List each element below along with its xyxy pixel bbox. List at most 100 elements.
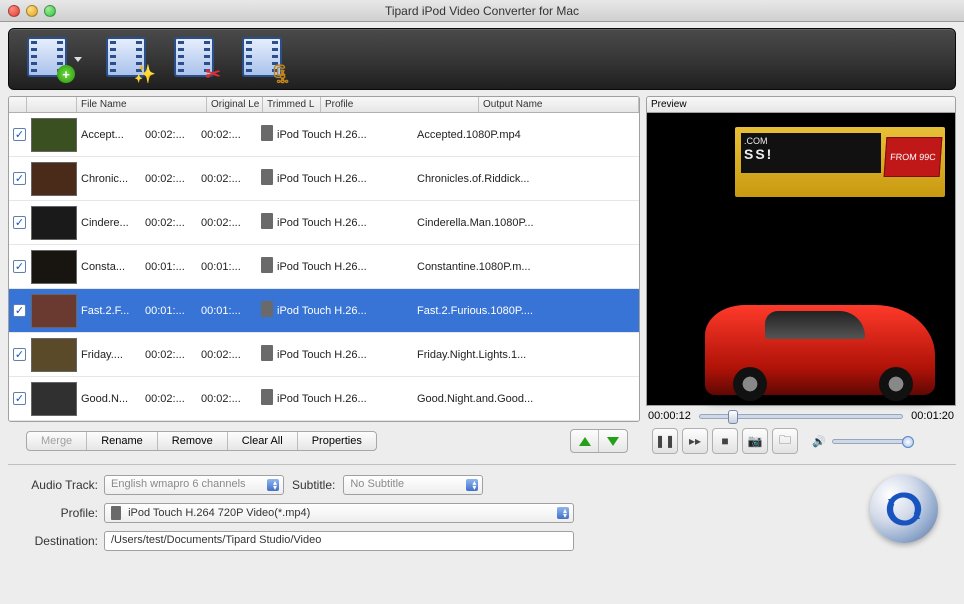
row-profile: iPod Touch H.26... — [273, 259, 413, 275]
row-filename: Accept... — [77, 127, 141, 143]
add-file-dropdown-icon[interactable] — [74, 57, 82, 62]
row-original-length: 00:02:... — [141, 127, 197, 143]
row-profile: iPod Touch H.26... — [273, 347, 413, 363]
row-checkbox[interactable]: ✓ — [13, 260, 26, 273]
table-row[interactable]: ✓Good.N...00:02:...00:02:...iPod Touch H… — [9, 377, 639, 421]
row-thumbnail — [31, 294, 77, 328]
row-thumbnail — [31, 118, 77, 152]
row-original-length: 00:01:... — [141, 303, 197, 319]
rename-button[interactable]: Rename — [87, 432, 158, 450]
row-original-length: 00:02:... — [141, 347, 197, 363]
merge-button[interactable]: Merge — [27, 432, 87, 450]
row-trimmed-length: 00:02:... — [197, 215, 255, 231]
row-output-name: Cinderella.Man.1080P... — [413, 215, 639, 231]
row-filename: Fast.2.F... — [77, 303, 141, 319]
row-output-name: Constantine.1080P.m... — [413, 259, 639, 275]
row-filename: Good.N... — [77, 391, 141, 407]
preview-video[interactable]: .COMSS! FROM 99C — [646, 112, 956, 406]
audio-track-select[interactable]: English wmapro 6 channels▴▾ — [104, 475, 284, 495]
row-thumbnail — [31, 250, 77, 284]
row-profile: iPod Touch H.26... — [273, 303, 413, 319]
row-profile: iPod Touch H.26... — [273, 391, 413, 407]
convert-icon — [884, 489, 924, 529]
row-checkbox[interactable]: ✓ — [13, 392, 26, 405]
destination-input[interactable]: /Users/test/Documents/Tipard Studio/Vide… — [104, 531, 574, 551]
col-trimmed-length[interactable]: Trimmed L — [263, 97, 321, 112]
row-checkbox[interactable]: ✓ — [13, 348, 26, 361]
row-checkbox[interactable]: ✓ — [13, 216, 26, 229]
col-output-name[interactable]: Output Name — [479, 97, 639, 112]
move-up-button[interactable] — [571, 430, 599, 452]
table-row[interactable]: ✓Chronic...00:02:...00:02:...iPod Touch … — [9, 157, 639, 201]
row-trimmed-length: 00:01:... — [197, 303, 255, 319]
folder-icon: 🗀 — [779, 431, 791, 452]
row-original-length: 00:02:... — [141, 215, 197, 231]
remove-button[interactable]: Remove — [158, 432, 228, 450]
main-toolbar: + ✨ ✂ 🗜 — [8, 28, 956, 90]
device-icon — [111, 506, 121, 520]
subtitle-label: Subtitle: — [292, 478, 335, 492]
volume-slider[interactable] — [832, 439, 912, 444]
preview-ad-text: FROM 99C — [884, 137, 943, 177]
row-trimmed-length: 00:02:... — [197, 391, 255, 407]
row-thumbnail — [31, 162, 77, 196]
row-profile: iPod Touch H.26... — [273, 171, 413, 187]
preview-seek-slider[interactable] — [699, 414, 903, 419]
trim-button[interactable]: ✂ — [174, 37, 218, 81]
subtitle-select[interactable]: No Subtitle▴▾ — [343, 475, 483, 495]
row-checkbox[interactable]: ✓ — [13, 128, 26, 141]
row-trimmed-length: 00:02:... — [197, 171, 255, 187]
table-row[interactable]: ✓Fast.2.F...00:01:...00:01:...iPod Touch… — [9, 289, 639, 333]
table-row[interactable]: ✓Friday....00:02:...00:02:...iPod Touch … — [9, 333, 639, 377]
device-icon — [261, 345, 273, 361]
preview-time-current: 00:00:12 — [648, 410, 691, 422]
preview-time-total: 00:01:20 — [911, 410, 954, 422]
device-icon — [261, 213, 273, 229]
row-thumbnail — [31, 206, 77, 240]
device-icon — [261, 169, 273, 185]
profile-select[interactable]: iPod Touch H.264 720P Video(*.mp4)▴▾ — [104, 503, 574, 523]
row-output-name: Friday.Night.Lights.1... — [413, 347, 639, 363]
convert-button[interactable] — [870, 475, 938, 543]
stop-button[interactable]: ■ — [712, 428, 738, 454]
row-profile: iPod Touch H.26... — [273, 215, 413, 231]
col-original-length[interactable]: Original Le — [207, 97, 263, 112]
file-list-body[interactable]: ✓Accept...00:02:...00:02:...iPod Touch H… — [9, 113, 639, 421]
row-original-length: 00:02:... — [141, 171, 197, 187]
row-original-length: 00:02:... — [141, 391, 197, 407]
row-output-name: Chronicles.of.Riddick... — [413, 171, 639, 187]
col-profile[interactable]: Profile — [321, 97, 479, 112]
profile-label: Profile: — [8, 506, 98, 520]
col-filename[interactable]: File Name — [77, 97, 207, 112]
properties-button[interactable]: Properties — [298, 432, 376, 450]
clear-all-button[interactable]: Clear All — [228, 432, 298, 450]
pause-button[interactable]: ❚❚ — [652, 428, 678, 454]
row-output-name: Good.Night.and.Good... — [413, 391, 639, 407]
row-trimmed-length: 00:02:... — [197, 347, 255, 363]
camera-icon: 📷 — [748, 434, 763, 448]
row-filename: Consta... — [77, 259, 141, 275]
crop-button[interactable]: 🗜 — [242, 37, 286, 81]
row-checkbox[interactable]: ✓ — [13, 304, 26, 317]
row-thumbnail — [31, 338, 77, 372]
add-file-button[interactable]: + — [27, 37, 71, 81]
device-icon — [261, 257, 273, 273]
step-forward-button[interactable]: ▸▸ — [682, 428, 708, 454]
row-output-name: Accepted.1080P.mp4 — [413, 127, 639, 143]
volume-icon: 🔊 — [812, 435, 826, 448]
device-icon — [261, 301, 273, 317]
row-filename: Friday.... — [77, 347, 141, 363]
effect-button[interactable]: ✨ — [106, 37, 150, 81]
row-checkbox[interactable]: ✓ — [13, 172, 26, 185]
preview-label: Preview — [646, 96, 956, 112]
titlebar: Tipard iPod Video Converter for Mac — [0, 0, 964, 22]
table-row[interactable]: ✓Accept...00:02:...00:02:...iPod Touch H… — [9, 113, 639, 157]
snapshot-folder-button[interactable]: 🗀 — [772, 428, 798, 454]
device-icon — [261, 125, 273, 141]
row-profile: iPod Touch H.26... — [273, 127, 413, 143]
move-down-button[interactable] — [599, 430, 627, 452]
snapshot-button[interactable]: 📷 — [742, 428, 768, 454]
table-row[interactable]: ✓Consta...00:01:...00:01:...iPod Touch H… — [9, 245, 639, 289]
row-filename: Chronic... — [77, 171, 141, 187]
table-row[interactable]: ✓Cindere...00:02:...00:02:...iPod Touch … — [9, 201, 639, 245]
